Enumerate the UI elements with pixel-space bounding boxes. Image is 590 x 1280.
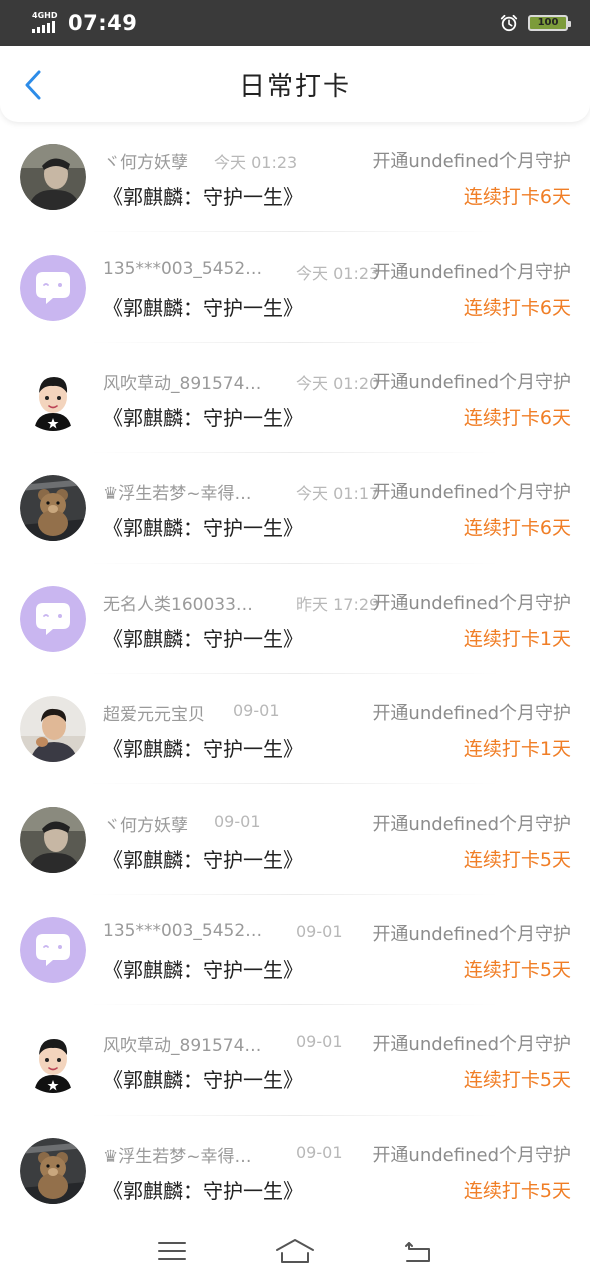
streak-count: 连续打卡1天 (463, 738, 571, 761)
avatar[interactable] (20, 806, 86, 873)
guard-note: 开通undefined个月守护 (372, 482, 571, 504)
alarm-icon (500, 14, 518, 32)
avatar[interactable] (20, 364, 86, 431)
back-button[interactable] (18, 68, 48, 102)
list-item[interactable]: ♛浮生若梦~幸得… 09-01 开通undefined个月守护 《郭麒麟：守护一… (0, 1116, 590, 1226)
list-item[interactable]: 风吹草动_891574… 09-01 开通undefined个月守护 《郭麒麟：… (0, 1005, 590, 1116)
song-title: 《郭麒麟：守护一生》 (103, 626, 303, 651)
user-name: 135***003_5452… (103, 258, 263, 279)
chevron-left-icon (25, 70, 41, 100)
guard-note: 开通undefined个月守护 (372, 1034, 571, 1056)
user-name: 135***003_5452… (103, 920, 263, 941)
signal-icon: 4GHD (32, 11, 62, 35)
song-title: 《郭麒麟：守护一生》 (103, 1068, 303, 1093)
checkin-time: 今天 01:17 (296, 484, 380, 504)
page-header: 日常打卡 (0, 46, 590, 122)
guard-note: 开通undefined个月守护 (372, 703, 571, 725)
menu-button[interactable] (152, 1236, 192, 1266)
checkin-time: 09-01 (296, 1032, 343, 1052)
user-name: 风吹草动_891574… (103, 373, 262, 394)
guard-note: 开通undefined个月守护 (372, 151, 571, 173)
battery-level: 100 (537, 17, 559, 28)
guard-note: 开通undefined个月守护 (372, 261, 571, 283)
avatar[interactable] (20, 254, 86, 321)
checkin-time: 今天 01:23 (296, 263, 380, 283)
back-icon (405, 1242, 431, 1262)
avatar[interactable] (20, 585, 86, 652)
song-title: 《郭麒麟：守护一生》 (103, 516, 303, 541)
user-name: 无名人类160033… (103, 594, 253, 615)
page-title: 日常打卡 (238, 71, 351, 102)
streak-count: 连续打卡6天 (463, 296, 571, 319)
list-item[interactable]: 无名人类160033… 昨天 17:29 开通undefined个月守护 《郭麒… (0, 564, 590, 675)
avatar[interactable] (20, 1027, 86, 1094)
user-name: ♛浮生若梦~幸得… (103, 484, 252, 505)
list-item[interactable]: ♛浮生若梦~幸得… 今天 01:17 开通undefined个月守护 《郭麒麟：… (0, 453, 590, 564)
list-item[interactable]: 135***003_5452… 09-01 开通undefined个月守护 《郭… (0, 895, 590, 1006)
checkin-time: 今天 01:23 (214, 153, 298, 173)
status-bar: 4GHD 07:49 100 (0, 0, 590, 46)
checkin-time: 09-01 (296, 1142, 343, 1162)
checkin-time: 09-01 (214, 811, 261, 831)
menu-icon (157, 1242, 186, 1260)
song-title: 《郭麒麟：守护一生》 (103, 405, 303, 430)
song-title: 《郭麒麟：守护一生》 (103, 1178, 303, 1203)
list-item[interactable]: ヾ何方妖孽 09-01 开通undefined个月守护 《郭麒麟：守护一生》 连… (0, 784, 590, 896)
status-time: 07:49 (68, 11, 138, 35)
song-title: 《郭麒麟：守护一生》 (103, 957, 303, 982)
battery-icon: 100 (528, 15, 571, 31)
guard-note: 开通undefined个月守护 (372, 923, 571, 945)
avatar[interactable] (20, 1137, 86, 1204)
checkin-list: ヾ何方妖孽 今天 01:23 开通undefined个月守护 《郭麒麟：守护一生… (0, 122, 590, 1222)
home-icon (275, 1239, 314, 1263)
avatar[interactable] (20, 144, 86, 211)
user-name: 风吹草动_891574… (103, 1036, 262, 1057)
list-item[interactable]: 135***003_5452… 今天 01:23 开通undefined个月守护… (0, 232, 590, 344)
checkin-time: 今天 01:20 (296, 373, 380, 393)
streak-count: 连续打卡6天 (463, 517, 571, 540)
streak-count: 连续打卡6天 (463, 186, 571, 209)
list-item[interactable]: 风吹草动_891574… 今天 01:20 开通undefined个月守护 《郭… (0, 343, 590, 454)
back-nav-button[interactable] (398, 1236, 438, 1266)
guard-note: 开通undefined个月守护 (372, 371, 571, 393)
streak-count: 连续打卡5天 (463, 958, 571, 981)
list-item[interactable]: 超爱元元宝贝 09-01 开通undefined个月守护 《郭麒麟：守护一生》 … (0, 674, 590, 785)
avatar[interactable] (20, 696, 86, 763)
checkin-time: 昨天 17:29 (296, 594, 380, 614)
guard-note: 开通undefined个月守护 (372, 813, 571, 835)
list-item[interactable]: ヾ何方妖孽 今天 01:23 开通undefined个月守护 《郭麒麟：守护一生… (0, 122, 590, 233)
checkin-time: 09-01 (296, 921, 343, 941)
streak-count: 连续打卡6天 (463, 406, 571, 429)
song-title: 《郭麒麟：守护一生》 (103, 295, 303, 320)
user-name: ♛浮生若梦~幸得… (103, 1146, 252, 1167)
network-label: 4GHD (32, 11, 58, 20)
guard-note: 开通undefined个月守护 (372, 592, 571, 614)
streak-count: 连续打卡5天 (463, 1179, 571, 1202)
avatar[interactable] (20, 916, 86, 983)
streak-count: 连续打卡1天 (463, 627, 571, 650)
streak-count: 连续打卡5天 (463, 848, 571, 871)
song-title: 《郭麒麟：守护一生》 (103, 847, 303, 872)
streak-count: 连续打卡5天 (463, 1069, 571, 1092)
guard-note: 开通undefined个月守护 (372, 1144, 571, 1166)
checkin-time: 09-01 (233, 701, 280, 721)
avatar[interactable] (20, 475, 86, 542)
song-title: 《郭麒麟：守护一生》 (103, 737, 303, 762)
home-button[interactable] (275, 1236, 315, 1266)
system-nav-bar (0, 1222, 590, 1280)
song-title: 《郭麒麟：守护一生》 (103, 185, 303, 210)
